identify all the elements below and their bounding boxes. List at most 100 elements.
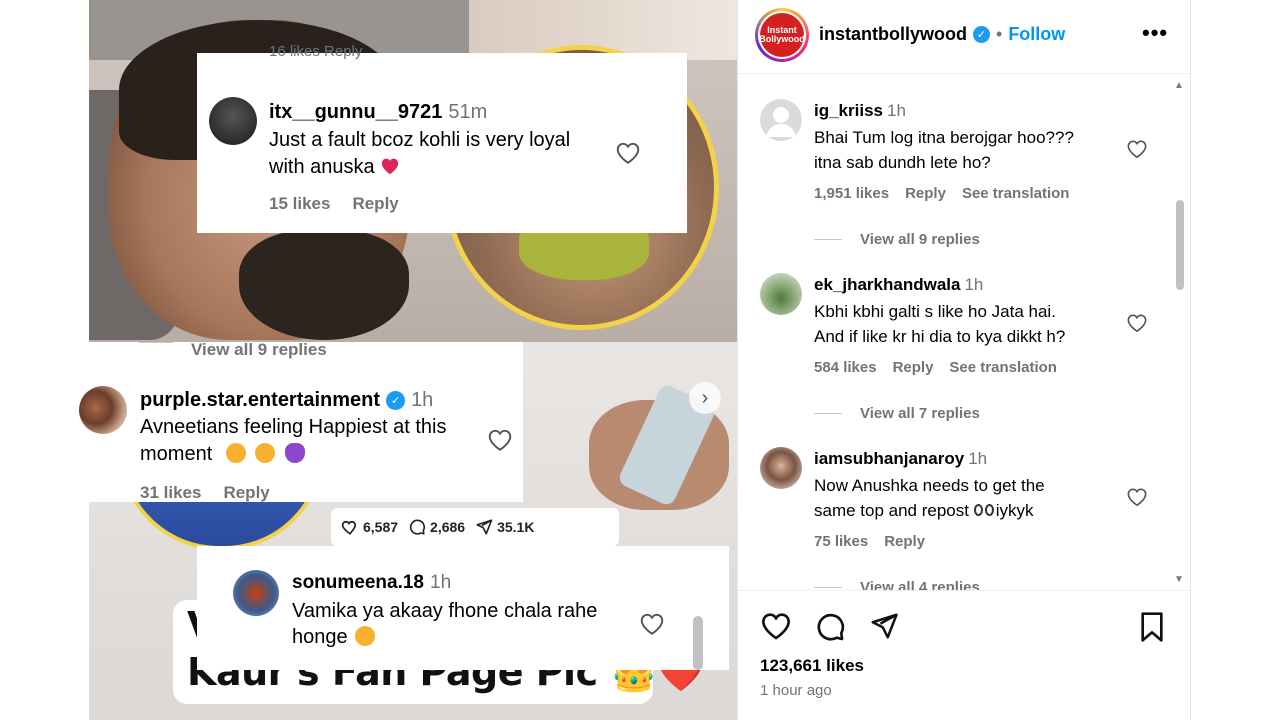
comment-line-1: Just a fault bcoz kohli is very loyal bbox=[269, 129, 571, 151]
comment-time: 1h bbox=[968, 449, 988, 468]
comment-time: 1h bbox=[887, 101, 906, 120]
view-replies-label[interactable]: View all 7 replies bbox=[860, 405, 980, 422]
avatar[interactable] bbox=[760, 99, 802, 141]
view-replies-label[interactable]: View all 4 replies bbox=[860, 579, 980, 590]
eyes-emoji-icon bbox=[973, 498, 996, 516]
comment-line-2-suffix: iykyk bbox=[995, 501, 1034, 520]
reply-line bbox=[814, 587, 842, 588]
like-count[interactable]: 584 likes bbox=[814, 359, 877, 376]
comment-body: Kbhi kbhi galti s like ho Jata hai. And … bbox=[814, 299, 1065, 349]
reply-line bbox=[814, 239, 842, 240]
comment-user[interactable]: iamsubhanjanaroy 1h bbox=[814, 449, 987, 469]
comment-user[interactable]: ig_kriiss 1h bbox=[814, 101, 906, 121]
account-avatar[interactable]: Instant Bollywood bbox=[755, 8, 809, 62]
comment-line-1: Now Anushka needs to get the bbox=[814, 476, 1045, 495]
comment-user[interactable]: itx__gunnu__9721 51m bbox=[269, 101, 487, 124]
reply-link[interactable]: Reply bbox=[905, 185, 946, 202]
comment-time: 51m bbox=[448, 101, 488, 123]
heart-icon bbox=[341, 520, 357, 535]
verified-badge-icon: ✓ bbox=[386, 391, 406, 410]
username[interactable]: itx__gunnu__9721 bbox=[269, 101, 442, 123]
username[interactable]: iamsubhanjanaroy bbox=[814, 449, 964, 468]
comment-user[interactable]: sonumeena.18 1h bbox=[292, 572, 451, 594]
like-count: 15 likes bbox=[269, 194, 331, 213]
more-options-icon[interactable]: ••• bbox=[1142, 20, 1168, 46]
comment-body: Now Anushka needs to get the same top an… bbox=[814, 473, 1045, 523]
avatar[interactable] bbox=[233, 570, 279, 616]
reply-link[interactable]: Reply bbox=[352, 194, 398, 213]
view-all-replies[interactable]: View all 9 replies bbox=[191, 340, 327, 360]
comment-meta: 584 likes Reply See translation bbox=[814, 359, 1073, 376]
comment-line-1: Avneetians feeling Happiest at this bbox=[140, 416, 447, 438]
comment-line-2-text: with anuska bbox=[269, 156, 375, 178]
comment-icon[interactable] bbox=[814, 611, 846, 643]
account-handle[interactable]: instantbollywood bbox=[819, 24, 967, 45]
cut-off-meta: 16 likes Reply bbox=[269, 43, 363, 60]
avatar[interactable] bbox=[209, 97, 257, 145]
comment-line-1: Kbhi kbhi galti s like ho Jata hai. bbox=[814, 302, 1056, 321]
stat-likes: 6,587 bbox=[341, 518, 398, 536]
comment-overlay-2: View all 9 replies purple.star.entertain… bbox=[55, 340, 523, 503]
comment-overlay-1: 16 likes Reply itx__gunnu__9721 51m Just … bbox=[197, 43, 687, 233]
total-likes[interactable]: 123,661 likes bbox=[760, 656, 864, 676]
comment-overlay-3: sonumeena.18 1h Vamika ya akaay fhone cha… bbox=[197, 546, 729, 670]
comment-line-2: moment bbox=[140, 443, 309, 466]
avatar[interactable] bbox=[79, 386, 127, 434]
see-translation-link[interactable]: See translation bbox=[949, 359, 1057, 376]
comment-item: ig_kriiss 1h Bhai Tum log itna berojgar h… bbox=[738, 99, 1168, 259]
view-replies-label[interactable]: View all 9 replies bbox=[860, 231, 980, 248]
avatar[interactable] bbox=[760, 447, 802, 489]
post-header: Instant Bollywood instantbollywood ✓ • F… bbox=[738, 0, 1192, 74]
comments-list[interactable]: ig_kriiss 1h Bhai Tum log itna berojgar h… bbox=[738, 75, 1192, 590]
reply-link[interactable]: Reply bbox=[893, 359, 934, 376]
reply-link[interactable]: Reply bbox=[223, 483, 269, 502]
party-face-emoji-icon bbox=[225, 443, 246, 463]
scroll-up-arrow-icon[interactable]: ▲ bbox=[1174, 80, 1184, 91]
username[interactable]: purple.star.entertainment bbox=[140, 389, 380, 412]
comment-meta: 31 likes Reply bbox=[140, 483, 292, 503]
purple-heart-emoji-icon bbox=[284, 443, 305, 463]
username[interactable]: sonumeena.18 bbox=[292, 572, 424, 593]
scrollbar-thumb[interactable] bbox=[1176, 200, 1184, 290]
comment-line-1: Vamika ya akaay fhone chala rahe bbox=[292, 600, 598, 622]
comment-item: iamsubhanjanaroy 1h Now Anushka needs to … bbox=[738, 447, 1168, 590]
next-arrow-icon[interactable]: › bbox=[689, 382, 721, 414]
heart-icon[interactable] bbox=[1126, 313, 1148, 333]
username[interactable]: ek_jharkhandwala bbox=[814, 275, 960, 294]
comment-line-2: with anuska bbox=[269, 156, 400, 179]
follow-button[interactable]: Follow bbox=[1008, 24, 1065, 45]
stat-shares: 35.1K bbox=[475, 518, 534, 536]
overlay-scrollbar[interactable] bbox=[693, 616, 703, 670]
comment-line-2-text: honge bbox=[292, 626, 348, 648]
like-count: 31 likes bbox=[140, 483, 202, 502]
like-count[interactable]: 75 likes bbox=[814, 533, 868, 550]
like-count[interactable]: 1,951 likes bbox=[814, 185, 889, 202]
avatar[interactable] bbox=[760, 273, 802, 315]
username[interactable]: ig_kriiss bbox=[814, 101, 883, 120]
heart-icon[interactable] bbox=[639, 612, 665, 636]
like-heart-icon[interactable] bbox=[760, 611, 792, 641]
view-replies[interactable]: View all 9 replies bbox=[814, 231, 980, 248]
comment-item: ek_jharkhandwala 1h Kbhi kbhi galti s lik… bbox=[738, 273, 1168, 433]
heart-icon[interactable] bbox=[487, 428, 513, 452]
heart-icon[interactable] bbox=[1126, 487, 1148, 507]
heart-icon[interactable] bbox=[615, 141, 641, 165]
share-icon[interactable] bbox=[868, 611, 900, 641]
reply-link[interactable]: Reply bbox=[884, 533, 925, 550]
scroll-down-arrow-icon[interactable]: ▼ bbox=[1174, 574, 1184, 585]
bookmark-icon[interactable] bbox=[1138, 611, 1166, 643]
heart-icon[interactable] bbox=[1126, 139, 1148, 159]
post-time: 1 hour ago bbox=[760, 682, 832, 699]
reply-line bbox=[139, 342, 173, 343]
comment-icon bbox=[410, 519, 426, 535]
account-handle-row: instantbollywood ✓ • Follow bbox=[819, 24, 1065, 45]
comment-user[interactable]: purple.star.entertainment ✓ 1h bbox=[140, 389, 433, 412]
comment-line-2: honge bbox=[292, 626, 379, 649]
view-replies[interactable]: View all 7 replies bbox=[814, 405, 980, 422]
comment-user[interactable]: ek_jharkhandwala 1h bbox=[814, 275, 983, 295]
post-actions bbox=[738, 590, 1192, 720]
see-translation-link[interactable]: See translation bbox=[962, 185, 1070, 202]
view-replies[interactable]: View all 4 replies bbox=[814, 579, 980, 590]
comment-line-1: Bhai Tum log itna berojgar hoo??? bbox=[814, 128, 1074, 147]
reply-line bbox=[814, 413, 842, 414]
